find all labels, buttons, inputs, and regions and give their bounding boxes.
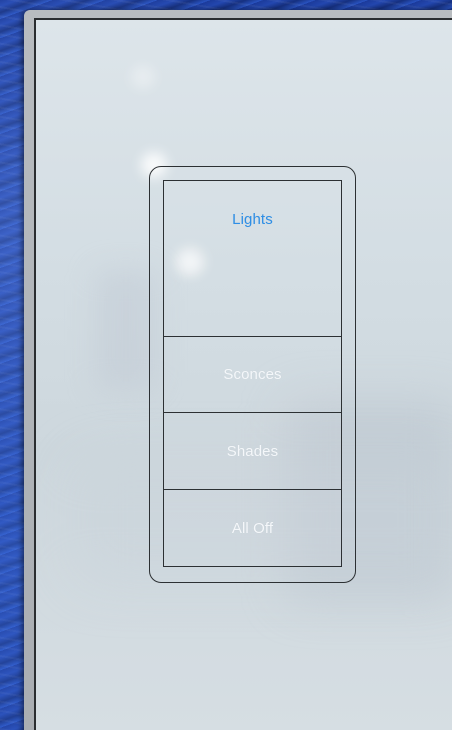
keypad-button-stack: Lights Sconces Shades All Off (163, 180, 342, 567)
all-off-button[interactable]: All Off (164, 490, 341, 566)
lights-button[interactable]: Lights (164, 181, 341, 337)
keypad-preview-stage: Lights Sconces Shades All Off (0, 0, 452, 730)
background-reflection (96, 270, 156, 390)
lights-button-label: Lights (232, 211, 273, 228)
shades-button[interactable]: Shades (164, 413, 341, 490)
sconces-button[interactable]: Sconces (164, 337, 341, 413)
light-reflection (131, 65, 155, 89)
all-off-button-label: All Off (231, 519, 274, 537)
shades-button-label: Shades (226, 442, 279, 460)
sconces-button-label: Sconces (223, 366, 282, 383)
